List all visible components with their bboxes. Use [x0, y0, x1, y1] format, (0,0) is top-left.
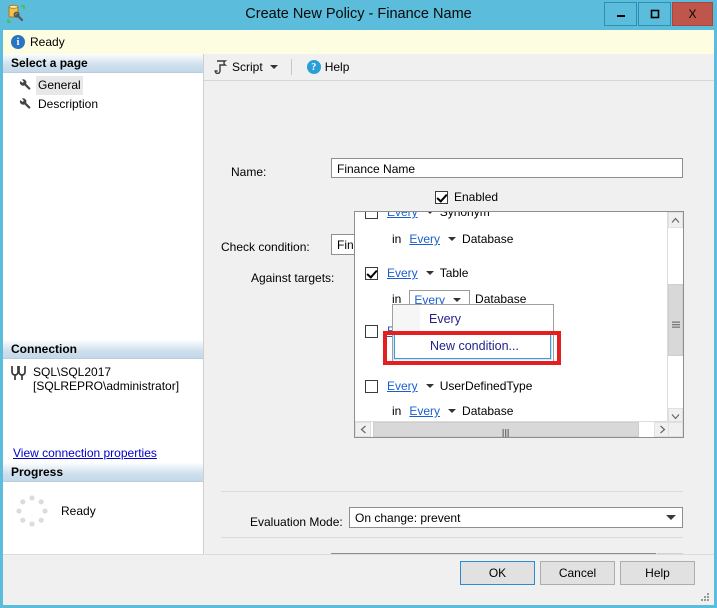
- chevron-down-icon[interactable]: [425, 271, 434, 275]
- sidebar-item-general[interactable]: General: [3, 76, 203, 95]
- table-row[interactable]: Every Synonym: [365, 212, 490, 221]
- targets-horizontal-scrollbar[interactable]: [355, 421, 683, 437]
- close-button[interactable]: X: [672, 2, 713, 26]
- table-row[interactable]: in Every Database: [392, 230, 513, 248]
- targets-vertical-scrollbar[interactable]: [667, 212, 683, 424]
- cancel-button[interactable]: Cancel: [540, 561, 615, 585]
- sidebar-item-description[interactable]: Description: [3, 95, 203, 114]
- select-page-header: Select a page: [3, 54, 203, 73]
- chevron-down-icon[interactable]: [453, 297, 462, 302]
- target-type-label: UserDefinedType: [439, 379, 533, 393]
- script-icon: [214, 60, 228, 75]
- progress-header: Progress: [3, 463, 203, 482]
- sidebar-item-label: Description: [38, 97, 99, 111]
- chevron-down-icon[interactable]: [448, 237, 457, 241]
- connection-info: SQL\SQL2017 [SQLREPRO\administrator]: [3, 359, 203, 393]
- target-in-label: in: [392, 404, 402, 418]
- target-checkbox[interactable]: [365, 379, 378, 393]
- minimize-button[interactable]: [604, 2, 637, 26]
- connection-section: Connection SQL\SQL2017 [SQLREPRO\adminis…: [3, 340, 203, 393]
- check-condition-label: Check condition:: [221, 240, 310, 254]
- ok-button[interactable]: OK: [460, 561, 535, 585]
- grip-icon: [671, 317, 680, 328]
- chevron-down-icon[interactable]: [269, 65, 278, 69]
- connection-server: SQL\SQL2017: [33, 365, 112, 379]
- scroll-left-button[interactable]: [355, 422, 371, 437]
- page-list: General Description: [3, 73, 203, 114]
- target-every-link[interactable]: Every: [409, 232, 440, 246]
- grip-icon: [502, 426, 510, 437]
- window-controls: X: [603, 2, 713, 26]
- target-in-label: in: [392, 232, 402, 246]
- toolbar: Script ? Help: [204, 54, 714, 81]
- chevron-down-icon[interactable]: [425, 384, 434, 388]
- create-new-policy-dialog: Create New Policy - Finance Name X i Rea…: [0, 0, 717, 608]
- enabled-checkbox-row[interactable]: Enabled: [435, 190, 498, 204]
- evaluation-mode-combo[interactable]: On change: prevent: [349, 507, 683, 528]
- every-dropdown-menu[interactable]: Every New condition...: [392, 304, 554, 362]
- status-text: Ready: [30, 35, 65, 49]
- info-icon: i: [11, 35, 25, 49]
- hscrollbar-thumb[interactable]: [373, 422, 639, 437]
- evaluation-mode-value: On change: prevent: [355, 511, 461, 525]
- sidebar-item-label: General: [36, 76, 83, 95]
- target-every-link[interactable]: Every: [409, 404, 440, 418]
- help-button[interactable]: ? Help: [303, 57, 354, 77]
- wrench-icon: [17, 79, 31, 93]
- help-button-label: Help: [324, 60, 350, 74]
- form-divider: [221, 491, 683, 492]
- target-type-label: Table: [439, 266, 469, 280]
- server-connection-icon: [9, 365, 27, 383]
- target-type-label: Database: [462, 232, 514, 246]
- table-row[interactable]: Every UserDefinedType: [365, 377, 532, 395]
- scrollbar-corner: [668, 422, 683, 437]
- view-connection-properties-link[interactable]: View connection properties: [13, 446, 157, 460]
- wrench-icon: [17, 98, 31, 112]
- help-question-icon: ?: [306, 60, 321, 74]
- chevron-down-icon[interactable]: [425, 212, 434, 214]
- progress-status-text: Ready: [61, 504, 96, 518]
- dropdown-item-new-condition[interactable]: New condition...: [393, 332, 552, 360]
- spinner-icon: [15, 494, 49, 528]
- target-checkbox[interactable]: [365, 212, 378, 219]
- left-pane: Select a page General Description Connec…: [3, 54, 204, 554]
- form-divider-2: [221, 537, 683, 538]
- help-button-footer[interactable]: Help: [620, 561, 695, 585]
- name-input[interactable]: Finance Name: [331, 158, 683, 178]
- script-button[interactable]: Script: [210, 57, 282, 77]
- chevron-down-icon[interactable]: [448, 409, 457, 413]
- toolbar-separator: [290, 59, 292, 75]
- evaluation-mode-label: Evaluation Mode:: [250, 515, 343, 529]
- target-checkbox[interactable]: [365, 266, 378, 280]
- against-targets-label: Against targets:: [251, 271, 335, 285]
- target-checkbox[interactable]: [365, 324, 378, 338]
- chevron-down-icon: [666, 515, 676, 520]
- scroll-up-button[interactable]: [668, 212, 683, 228]
- enabled-checkbox[interactable]: [435, 190, 448, 204]
- scrollbar-thumb[interactable]: [668, 284, 683, 356]
- connection-user: [SQLREPRO\administrator]: [33, 379, 180, 393]
- table-row[interactable]: in Every Database: [392, 402, 513, 420]
- target-type-label: Database: [462, 404, 514, 418]
- name-label: Name:: [231, 165, 267, 179]
- script-button-label: Script: [232, 60, 263, 74]
- target-type-label: Synonym: [439, 212, 490, 219]
- target-every-link[interactable]: Every: [387, 379, 418, 393]
- dialog-footer: OK Cancel Help: [3, 554, 714, 605]
- table-row[interactable]: Every Table: [365, 264, 468, 282]
- dropdown-item-every[interactable]: Every: [394, 306, 551, 332]
- maximize-button[interactable]: [638, 2, 671, 26]
- target-every-link[interactable]: Every: [387, 212, 418, 219]
- status-banner: i Ready: [3, 30, 714, 55]
- target-every-link[interactable]: Every: [387, 266, 418, 280]
- progress-section: Progress Ready: [3, 463, 203, 528]
- connection-header: Connection: [3, 340, 203, 359]
- title-bar: Create New Policy - Finance Name X: [0, 0, 717, 28]
- resize-grip-icon[interactable]: [698, 591, 710, 603]
- enabled-label: Enabled: [454, 190, 499, 204]
